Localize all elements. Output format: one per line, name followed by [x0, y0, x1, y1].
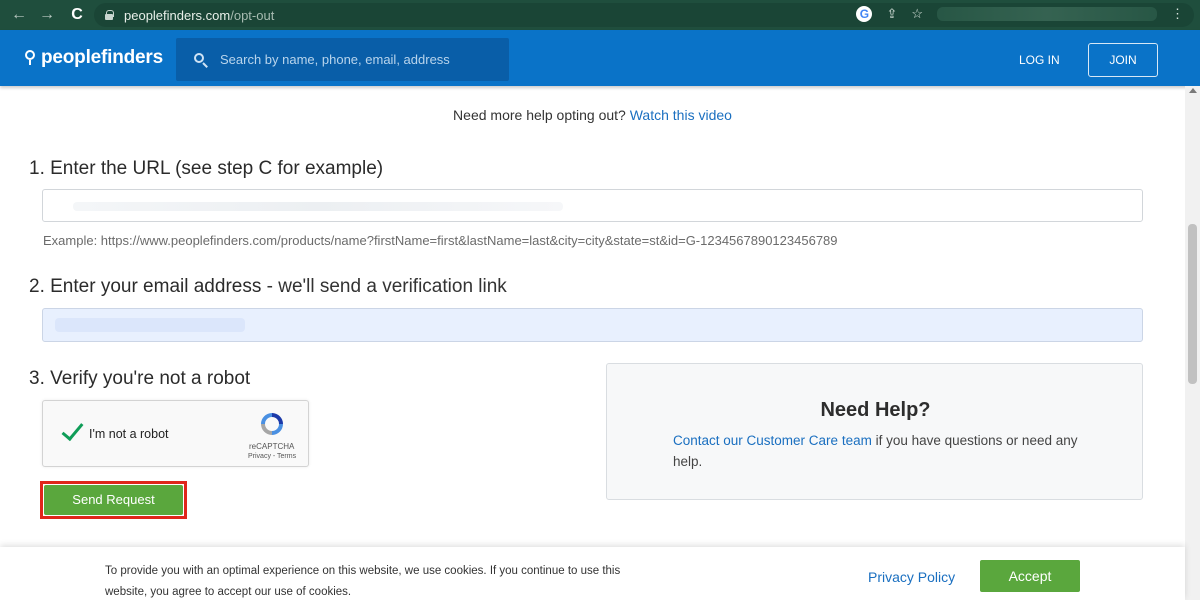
help-line: Need more help opting out? Watch this vi… — [0, 107, 1185, 123]
email-field[interactable] — [42, 308, 1143, 342]
search-icon — [194, 52, 208, 67]
watch-video-link[interactable]: Watch this video — [630, 107, 732, 123]
lock-icon — [104, 10, 114, 20]
step3-title: 3. Verify you're not a robot — [29, 368, 251, 389]
location-pin-icon — [24, 50, 36, 66]
recaptcha-logo-icon — [261, 413, 283, 435]
accept-cookies-button[interactable]: Accept — [980, 560, 1080, 592]
recaptcha-checkmark-icon[interactable] — [59, 419, 85, 445]
step2-title-main: 2. Enter your email address — [29, 276, 262, 297]
recaptcha-brand: reCAPTCHA — [249, 442, 295, 451]
site-header: peoplefinders LOG IN JOIN — [0, 30, 1200, 86]
bookmark-star-icon[interactable]: ☆ — [911, 6, 923, 22]
help-box-title: Need Help? — [820, 399, 931, 421]
back-arrow-icon[interactable]: ← — [8, 6, 30, 24]
help-box: Need Help? Contact our Customer Care tea… — [606, 363, 1143, 500]
recaptcha-terms-link[interactable]: Privacy - Terms — [248, 453, 296, 460]
google-icon[interactable]: G — [856, 6, 873, 22]
site-logo[interactable]: peoplefinders — [24, 47, 163, 69]
cookie-text: To provide you with an optimal experienc… — [105, 565, 621, 598]
url-path: /opt-out — [230, 7, 275, 23]
join-button[interactable]: JOIN — [1088, 43, 1158, 77]
help-line-text: Need more help opting out? — [453, 107, 626, 123]
login-link[interactable]: LOG IN — [1019, 53, 1060, 67]
menu-icon[interactable]: ⋮ — [1171, 6, 1184, 22]
share-icon[interactable]: ⇪ — [886, 6, 897, 22]
logo-text: peoplefinders — [41, 47, 163, 68]
search-input[interactable] — [220, 52, 500, 67]
recaptcha-label: I'm not a robot — [89, 427, 169, 441]
reload-icon[interactable]: C — [66, 6, 88, 24]
search-bar — [176, 38, 509, 81]
address-bar[interactable]: peoplefinders.com/opt-out G ⇪ ☆ ⋮ — [94, 3, 1194, 27]
step1-title: 1. Enter the URL (see step C for example… — [29, 158, 384, 179]
page-scrollbar[interactable] — [1185, 86, 1200, 600]
send-request-button[interactable]: Send Request — [44, 485, 183, 515]
step2-title: 2. Enter your email address - we'll send… — [29, 276, 507, 298]
scroll-up-arrow-icon[interactable] — [1189, 88, 1197, 93]
step2-subtitle: - we'll send a verification link — [266, 276, 507, 297]
forward-arrow-icon[interactable]: → — [36, 6, 58, 24]
address-url[interactable]: peoplefinders.com/opt-out — [124, 8, 274, 23]
url-example: Example: https://www.peoplefinders.com/p… — [43, 233, 838, 248]
url-domain: peoplefinders.com — [124, 7, 231, 23]
help-box-text: Contact our Customer Care team if you ha… — [673, 430, 1093, 472]
url-field[interactable] — [42, 189, 1143, 222]
toolbar-icons: G ⇪ ☆ ⋮ — [856, 6, 1184, 22]
customer-care-link[interactable]: Contact our Customer Care team — [673, 433, 872, 448]
email-field-value — [55, 318, 245, 332]
browser-toolbar: ← → C peoplefinders.com/opt-out G ⇪ ☆ ⋮ — [0, 0, 1200, 30]
recaptcha-widget: I'm not a robot reCAPTCHA Privacy - Term… — [42, 400, 309, 467]
extensions-area[interactable] — [937, 7, 1157, 21]
cookie-banner: To provide you with an optimal experienc… — [0, 547, 1185, 600]
privacy-policy-link[interactable]: Privacy Policy — [868, 569, 955, 585]
scroll-thumb[interactable] — [1188, 224, 1197, 384]
url-field-value — [73, 202, 563, 211]
